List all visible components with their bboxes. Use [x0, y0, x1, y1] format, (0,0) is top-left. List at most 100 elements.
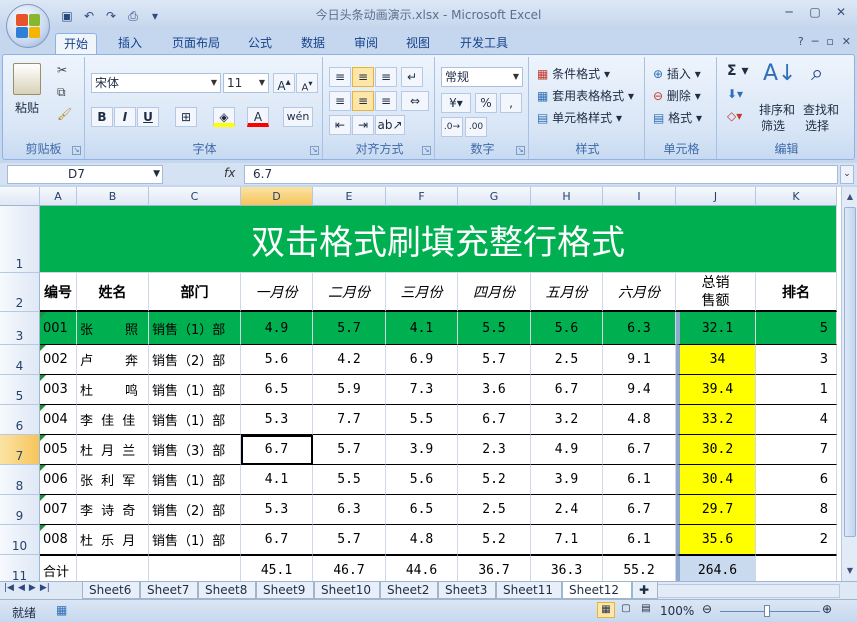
cell-h8[interactable]: 3.9 [531, 465, 603, 495]
increase-indent-icon[interactable]: ⇥ [352, 115, 374, 135]
sheet-title[interactable]: 双击格式刷填充整行格式 [40, 206, 837, 273]
align-right-icon[interactable]: ≡ [375, 91, 397, 111]
tab-formulas[interactable]: 公式 [240, 33, 280, 54]
zoom-level[interactable]: 100% [660, 604, 694, 618]
cell-c6[interactable]: 销售（1）部 [149, 405, 241, 435]
font-launcher-icon[interactable]: ↘ [310, 146, 319, 155]
cell-h3[interactable]: 5.6 [531, 312, 603, 345]
column-header-a[interactable]: A [40, 187, 77, 206]
sort-filter-label2[interactable]: 筛选 [761, 117, 785, 134]
number-format-select[interactable]: 常规 ▼ [441, 67, 523, 87]
align-left-icon[interactable]: ≡ [329, 91, 351, 111]
header-cell-b[interactable]: 姓名 [77, 273, 149, 312]
alignment-launcher-icon[interactable]: ↘ [422, 146, 431, 155]
cell-a11[interactable]: 合计 [40, 555, 77, 581]
cell-k11[interactable] [756, 555, 837, 581]
cell-d11[interactable]: 45.1 [241, 555, 313, 581]
ribbon-minimize-icon[interactable]: ─ [812, 35, 819, 48]
column-header-i[interactable]: I [603, 187, 676, 206]
cell-h6[interactable]: 3.2 [531, 405, 603, 435]
cell-i11[interactable]: 55.2 [603, 555, 676, 581]
cell-g10[interactable]: 5.2 [458, 525, 531, 555]
header-cell-c[interactable]: 部门 [149, 273, 241, 312]
cell-b11[interactable] [77, 555, 149, 581]
column-header-f[interactable]: F [386, 187, 458, 206]
first-sheet-icon[interactable]: |◀ [4, 583, 14, 593]
decrease-decimal-icon[interactable]: .00 [465, 117, 487, 137]
number-launcher-icon[interactable]: ↘ [516, 146, 525, 155]
ribbon-restore-icon[interactable]: ▫ [826, 35, 833, 48]
cell-d5[interactable]: 6.5 [241, 375, 313, 405]
scroll-down-icon[interactable]: ▼ [842, 563, 857, 579]
increase-decimal-icon[interactable]: .0→ [441, 117, 463, 137]
autosum-button[interactable]: Σ ▾ [727, 63, 748, 79]
cell-b6[interactable]: 李 佳 佳 [77, 405, 149, 435]
tab-page-layout[interactable]: 页面布局 [164, 33, 228, 54]
cell-c11[interactable] [149, 555, 241, 581]
cell-k8[interactable]: 6 [756, 465, 837, 495]
align-top-icon[interactable]: ≡ [329, 67, 351, 87]
cell-h9[interactable]: 2.4 [531, 495, 603, 525]
align-center-icon[interactable]: ≡ [352, 91, 374, 111]
cell-styles-button[interactable]: ▤ 单元格样式 ▾ [537, 109, 622, 126]
cell-k10[interactable]: 2 [756, 525, 837, 555]
zoom-slider[interactable] [720, 611, 820, 612]
vertical-scrollbar[interactable]: ▲ ▼ [841, 187, 857, 581]
sheet-tab-sheet10[interactable]: Sheet10 [314, 582, 380, 599]
cell-g8[interactable]: 5.2 [458, 465, 531, 495]
tab-data[interactable]: 数据 [293, 33, 333, 54]
cell-d10[interactable]: 6.7 [241, 525, 313, 555]
zoom-in-icon[interactable]: ⊕ [822, 602, 832, 616]
cell-h5[interactable]: 6.7 [531, 375, 603, 405]
cell-a6[interactable]: 004 [40, 405, 77, 435]
tab-review[interactable]: 审阅 [346, 33, 386, 54]
wrap-text-icon[interactable]: ↵ [401, 67, 423, 87]
row-header-6[interactable]: 6 [0, 405, 40, 435]
cell-c8[interactable]: 销售（1）部 [149, 465, 241, 495]
cell-j4[interactable]: 34 [676, 345, 756, 375]
cell-j10[interactable]: 35.6 [676, 525, 756, 555]
cell-j6[interactable]: 33.2 [676, 405, 756, 435]
formula-input[interactable]: 6.7 [244, 165, 838, 184]
cell-g9[interactable]: 2.5 [458, 495, 531, 525]
cell-f11[interactable]: 44.6 [386, 555, 458, 581]
binoculars-icon[interactable]: ⌕ [811, 61, 823, 86]
delete-cells-button[interactable]: ⊖ 删除 ▾ [653, 87, 701, 104]
sort-filter-label[interactable]: 排序和 [759, 101, 795, 118]
cell-j7[interactable]: 30.2 [676, 435, 756, 465]
paste-button[interactable]: 粘贴 [15, 99, 39, 116]
page-layout-view-icon[interactable]: ▢ [617, 602, 635, 618]
row-header-5[interactable]: 5 [0, 375, 40, 405]
fill-color-icon[interactable]: ◈ [213, 107, 235, 127]
cell-d3[interactable]: 4.9 [241, 312, 313, 345]
cell-a10[interactable]: 008 [40, 525, 77, 555]
cell-a4[interactable]: 002 [40, 345, 77, 375]
cell-e5[interactable]: 5.9 [313, 375, 386, 405]
cell-c5[interactable]: 销售（1）部 [149, 375, 241, 405]
font-color-icon[interactable]: A [247, 107, 269, 127]
row-header-2[interactable]: 2 [0, 273, 40, 312]
currency-icon[interactable]: ¥▾ [441, 93, 471, 113]
header-cell-j[interactable]: 总销 售额 [676, 273, 756, 312]
header-cell-g[interactable]: 四月份 [458, 273, 531, 312]
find-select-label[interactable]: 查找和 [803, 101, 839, 118]
clipboard-launcher-icon[interactable]: ↘ [72, 146, 81, 155]
cell-k7[interactable]: 7 [756, 435, 837, 465]
cell-g5[interactable]: 3.6 [458, 375, 531, 405]
cell-j11[interactable]: 264.6 [676, 555, 756, 581]
cell-b7[interactable]: 杜 月 兰 [77, 435, 149, 465]
row-header-1[interactable]: 1 [0, 206, 40, 273]
row-header-10[interactable]: 10 [0, 525, 40, 555]
cell-j8[interactable]: 30.4 [676, 465, 756, 495]
maximize-button[interactable]: ▢ [803, 3, 827, 23]
column-header-h[interactable]: H [531, 187, 603, 206]
cell-g3[interactable]: 5.5 [458, 312, 531, 345]
cell-k3[interactable]: 5 [756, 312, 837, 345]
row-header-4[interactable]: 4 [0, 345, 40, 375]
row-header-9[interactable]: 9 [0, 495, 40, 525]
row-header-11[interactable]: 11 [0, 555, 40, 581]
cell-k9[interactable]: 8 [756, 495, 837, 525]
cell-i10[interactable]: 6.1 [603, 525, 676, 555]
cell-c4[interactable]: 销售（2）部 [149, 345, 241, 375]
cell-b3[interactable]: 张 照 [77, 312, 149, 345]
